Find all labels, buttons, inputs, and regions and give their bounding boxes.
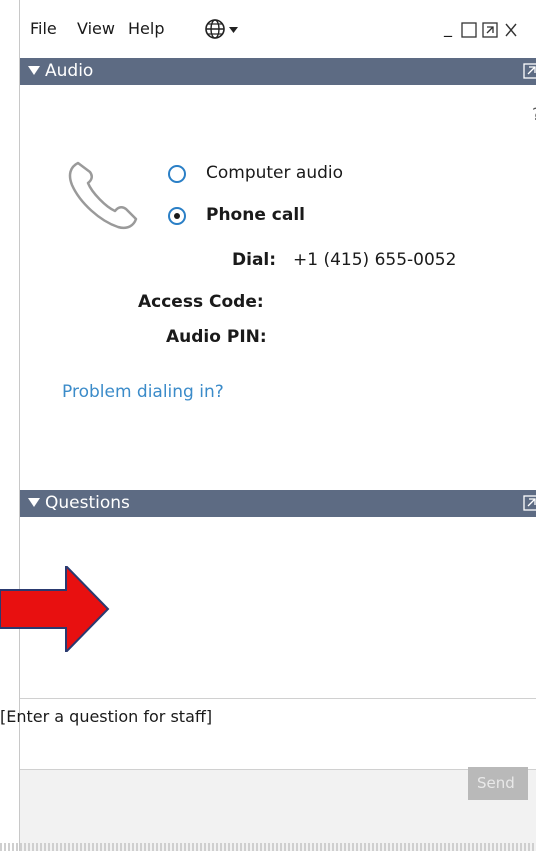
question-input[interactable]: [Enter a question for staff] (0, 707, 212, 726)
collapse-triangle-icon[interactable] (28, 66, 40, 75)
dial-number: +1 (415) 655-0052 (293, 250, 457, 270)
phone-call-label[interactable]: Phone call (206, 205, 305, 225)
computer-audio-label[interactable]: Computer audio (206, 163, 343, 183)
expand-icon[interactable] (523, 63, 536, 79)
computer-audio-radio[interactable] (168, 165, 186, 183)
access-code-label: Access Code: (138, 292, 264, 312)
problem-dialing-link[interactable]: Problem dialing in? (62, 382, 224, 402)
chevron-down-icon[interactable] (229, 27, 238, 33)
questions-section-header[interactable]: Questions (20, 490, 536, 517)
radio-selected-dot (174, 213, 180, 219)
audio-section-header[interactable]: Audio (20, 58, 536, 85)
expand-icon[interactable] (523, 495, 536, 511)
questions-footer (20, 770, 536, 851)
resize-edge (0, 843, 536, 851)
popout-icon[interactable] (482, 22, 498, 38)
close-icon[interactable] (504, 22, 518, 38)
phone-icon (68, 161, 138, 230)
send-button[interactable]: Send (468, 767, 528, 800)
questions-header-title: Questions (45, 493, 130, 513)
divider (20, 698, 536, 699)
menu-bar: File View Help _ (20, 0, 536, 58)
help-icon[interactable]: ? (532, 105, 536, 125)
dial-label: Dial: (232, 250, 277, 270)
menu-help[interactable]: Help (128, 19, 164, 38)
collapse-triangle-icon[interactable] (28, 498, 40, 507)
maximize-icon[interactable] (461, 22, 477, 38)
minimize-icon[interactable]: _ (444, 18, 452, 37)
red-arrow-icon (0, 566, 110, 652)
globe-icon[interactable] (204, 18, 226, 40)
phone-call-radio[interactable] (168, 207, 186, 225)
menu-view[interactable]: View (77, 19, 115, 38)
menu-file[interactable]: File (30, 19, 57, 38)
audio-pin-label: Audio PIN: (166, 327, 267, 347)
audio-header-title: Audio (45, 61, 94, 81)
